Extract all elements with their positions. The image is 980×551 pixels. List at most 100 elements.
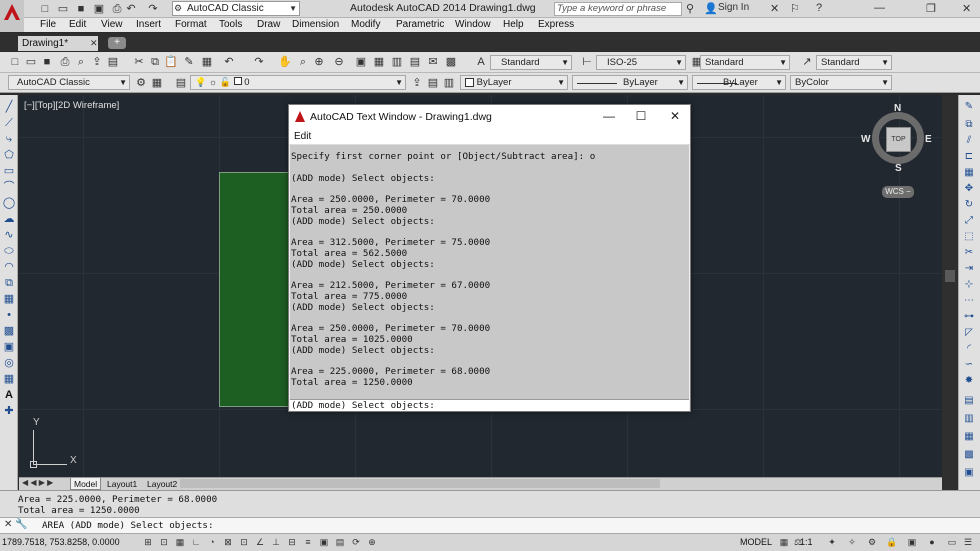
insert-block-icon[interactable]: ⧉ — [2, 276, 16, 290]
color-dropdown[interactable]: ByLayer ▼ — [460, 75, 568, 90]
markup-icon[interactable]: ✉ — [426, 55, 440, 69]
add-selected-icon[interactable]: ✚ — [2, 404, 16, 418]
ducs-icon[interactable]: ⊥ — [270, 537, 282, 548]
print-icon[interactable]: ⎙ — [110, 2, 124, 16]
customization-icon[interactable]: ☰ — [962, 537, 974, 548]
wcs-menu-button[interactable]: WCS − — [882, 186, 914, 198]
table-icon[interactable]: ▦ — [2, 372, 16, 386]
compass-west[interactable]: W — [861, 134, 870, 145]
command-line-icons[interactable]: ✕ 🔧 — [4, 519, 28, 530]
autoscale-icon[interactable]: ✧ — [846, 537, 858, 548]
3d-osnap-icon[interactable]: ⊡ — [238, 537, 250, 548]
selection-cycling-icon[interactable]: ⟳ — [350, 537, 362, 548]
revision-cloud-icon[interactable]: ☁ — [2, 212, 16, 226]
grid-display-icon[interactable]: ▦ — [174, 537, 186, 548]
close-icon[interactable]: ✕ — [665, 108, 685, 124]
blend-icon[interactable]: ∽ — [962, 358, 976, 372]
arc-icon[interactable]: ⌒ — [2, 180, 16, 194]
break-icon[interactable]: ⋯ — [962, 294, 976, 308]
compass-south[interactable]: S — [895, 163, 902, 174]
layer-properties-icon[interactable]: ▤ — [174, 76, 188, 90]
vertical-scrollbar[interactable] — [942, 95, 958, 490]
exchange-icon[interactable]: ✕ — [770, 2, 779, 15]
quick-view-layouts-icon[interactable]: ▦ — [778, 537, 790, 548]
text-window-titlebar[interactable]: AutoCAD Text Window - Drawing1.dwg — ☐ ✕ — [289, 105, 690, 129]
ungroup-icon[interactable]: ▩ — [962, 448, 976, 462]
hardware-acceleration-icon[interactable]: ▣ — [906, 537, 918, 548]
menu-file[interactable]: File — [40, 18, 56, 32]
table-style-dropdown[interactable]: Standard ▼ — [700, 55, 790, 70]
menu-modify[interactable]: Modify — [351, 18, 380, 32]
menu-window[interactable]: Window — [455, 18, 491, 32]
line-icon[interactable]: ╱ — [2, 100, 16, 114]
wrench-icon[interactable]: 🔧 — [15, 519, 27, 530]
array-icon[interactable]: ▦ — [962, 166, 976, 180]
mirror-icon[interactable]: ⫽ — [962, 134, 976, 148]
redo-toolbar-icon[interactable]: ↷ — [252, 55, 266, 69]
ellipse-arc-icon[interactable]: ◠ — [2, 260, 16, 274]
search-icon[interactable]: ⚲ — [686, 2, 694, 15]
annotation-scale[interactable]: 1:1 — [800, 537, 813, 547]
menu-tools[interactable]: Tools — [219, 18, 242, 32]
design-center-icon[interactable]: ▦ — [372, 55, 386, 69]
qnew-icon[interactable]: □ — [8, 55, 22, 69]
copy-object-icon[interactable]: ⧉ — [962, 118, 976, 132]
ortho-mode-icon[interactable]: ∟ — [190, 537, 202, 548]
chamfer-icon[interactable]: ◸ — [962, 326, 976, 340]
explode-icon[interactable]: ✸ — [962, 374, 976, 388]
quick-properties-icon[interactable]: ▤ — [334, 537, 346, 548]
join-icon[interactable]: ⊶ — [962, 310, 976, 324]
plot-icon[interactable]: ⎙ — [58, 55, 72, 69]
menu-draw[interactable]: Draw — [257, 18, 280, 32]
multileader-style-dropdown[interactable]: Standard ▼ — [816, 55, 892, 70]
sign-in-button[interactable]: Sign In — [718, 2, 749, 13]
undo-icon[interactable]: ↶ — [124, 2, 138, 16]
maximize-icon[interactable]: ☐ — [631, 108, 651, 124]
workspace-switching-icon[interactable]: ⚙ — [866, 537, 878, 548]
search-input[interactable]: Type a keyword or phrase — [554, 2, 682, 16]
paste-icon[interactable]: 📋 — [164, 55, 178, 69]
polygon-icon[interactable]: ⬠ — [2, 148, 16, 162]
menu-insert[interactable]: Insert — [136, 18, 161, 32]
dynamic-input-icon[interactable]: ⊟ — [286, 537, 298, 548]
ellipse-icon[interactable]: ⬭ — [2, 244, 16, 258]
close-icon[interactable]: ✕ — [962, 2, 971, 15]
viewcube-top-face[interactable]: TOP — [886, 127, 911, 152]
point-icon[interactable]: • — [2, 308, 16, 322]
menu-express[interactable]: Express — [538, 18, 574, 32]
trim-icon[interactable]: ✂ — [962, 246, 976, 260]
autodesk-360-icon[interactable]: ⚐ — [790, 2, 800, 15]
zoom-realtime-icon[interactable]: ⌕ — [296, 55, 310, 69]
quickcalc-icon[interactable]: ▩ — [444, 55, 458, 69]
transparency-icon[interactable]: ▣ — [318, 537, 330, 548]
otrack-icon[interactable]: ∠ — [254, 537, 266, 548]
compass-north[interactable]: N — [894, 103, 901, 114]
text-window[interactable]: AutoCAD Text Window - Drawing1.dwg — ☐ ✕… — [288, 104, 691, 412]
polyline-icon[interactable]: ⤷ — [2, 132, 16, 146]
open-file-icon[interactable]: ▭ — [56, 2, 70, 16]
layer-dropdown[interactable]: 💡 ☼ 🔓 0 ▼ — [190, 75, 406, 90]
menu-parametric[interactable]: Parametric — [396, 18, 444, 32]
workspace-toolbar-dropdown[interactable]: AutoCAD Classic ▼ — [8, 75, 130, 90]
new-file-icon[interactable]: □ — [38, 2, 52, 16]
offset-icon[interactable]: ⊏ — [962, 150, 976, 164]
annotation-monitor-icon[interactable]: ⊕ — [366, 537, 378, 548]
compass-east[interactable]: E — [925, 134, 932, 145]
plotstyle-dropdown[interactable]: ByColor ▼ — [790, 75, 892, 90]
close-icon[interactable]: ✕ — [4, 519, 12, 530]
tab-close-icon[interactable]: ✕ — [90, 38, 98, 49]
tab-layout1[interactable]: Layout1 — [104, 478, 140, 490]
menu-edit[interactable]: Edit — [294, 131, 311, 142]
menu-format[interactable]: Format — [175, 18, 207, 32]
menu-help[interactable]: Help — [503, 18, 524, 32]
zoom-previous-icon[interactable]: ⊖ — [332, 55, 346, 69]
multiline-text-icon[interactable]: A — [2, 388, 16, 402]
zoom-window-icon[interactable]: ⊕ — [312, 55, 326, 69]
workspace-settings-icon[interactable]: ⚙ — [134, 76, 148, 90]
minimize-icon[interactable]: — — [874, 2, 885, 14]
isolate-icon[interactable]: ▣ — [962, 466, 976, 480]
model-space-toggle[interactable]: MODEL — [740, 537, 772, 547]
hatched-rectangle[interactable] — [219, 172, 290, 407]
application-menu-button[interactable] — [0, 0, 24, 32]
group-icon[interactable]: ▦ — [962, 430, 976, 444]
